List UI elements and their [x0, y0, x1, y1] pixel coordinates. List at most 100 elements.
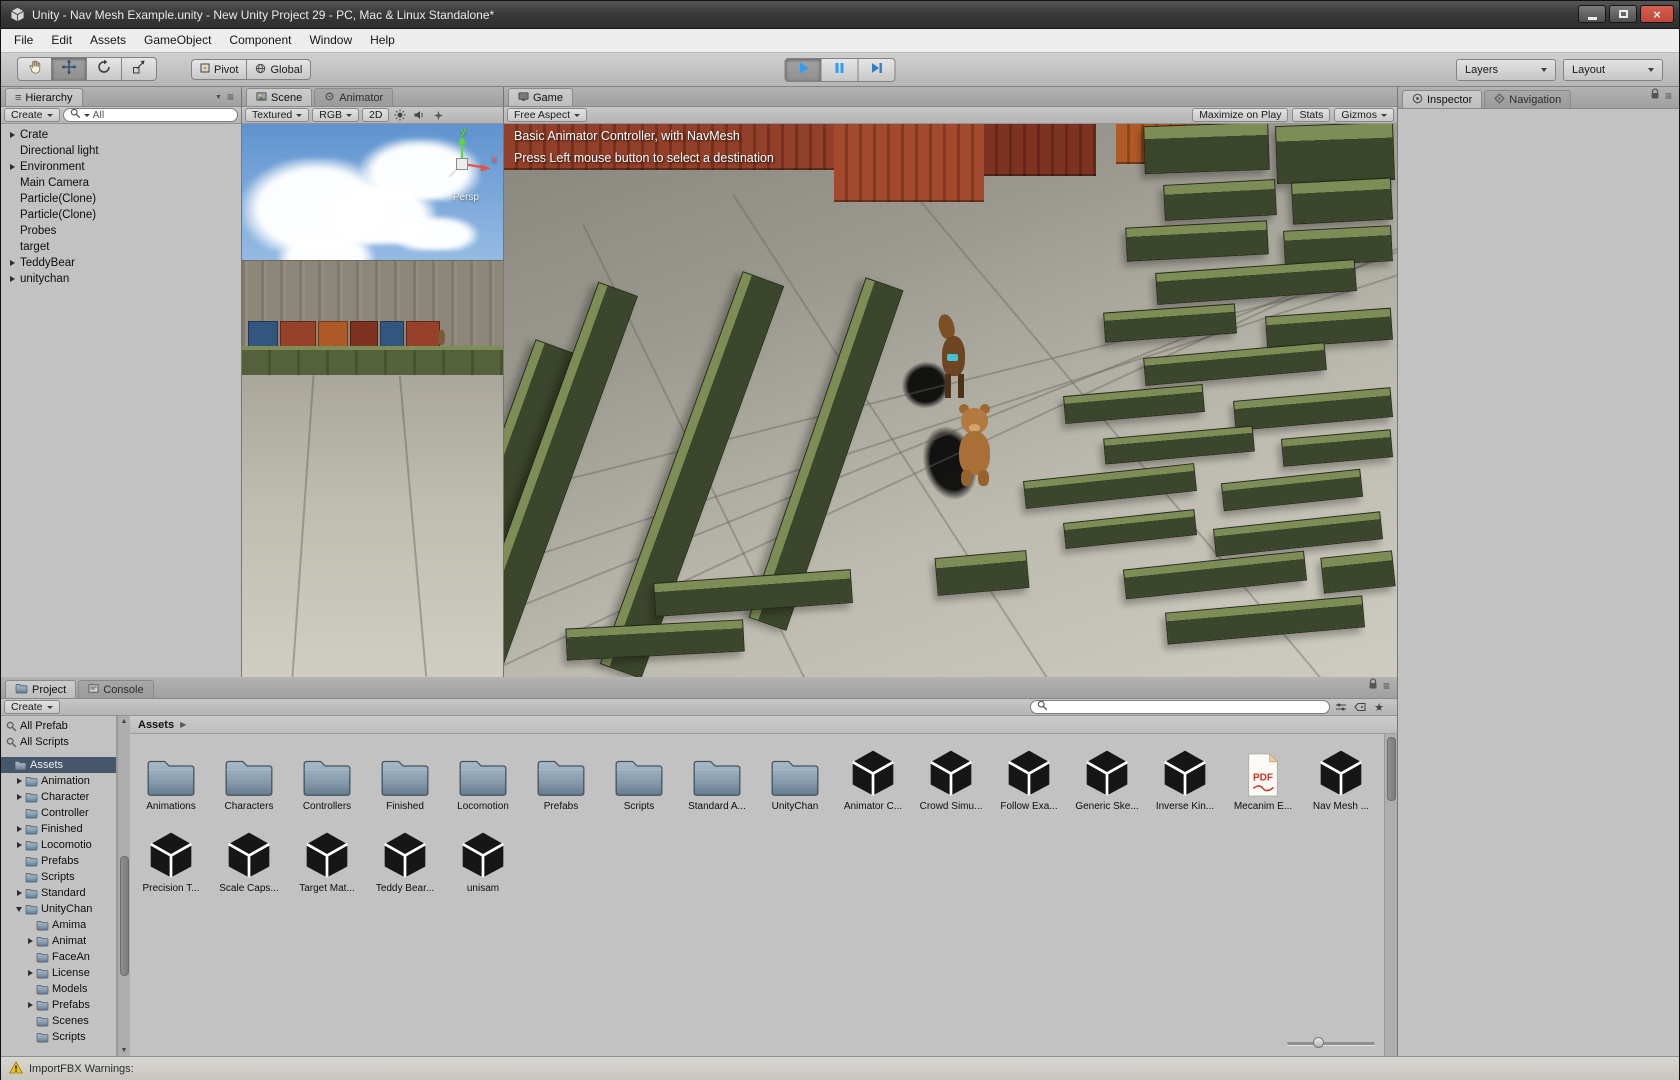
tab-game[interactable]: Game — [508, 88, 573, 106]
asset-item[interactable]: Prefabs — [522, 742, 600, 812]
panel-menu-icon[interactable]: ≡ — [1665, 90, 1672, 102]
tab-hierarchy[interactable]: ≡ Hierarchy — [5, 88, 83, 106]
scroll-up-icon[interactable]: ▲ — [118, 716, 130, 727]
tree-scrollbar[interactable]: ▲ ▼ — [117, 716, 130, 1056]
project-tree-item[interactable]: UnityChan — [1, 901, 116, 917]
hierarchy-item[interactable]: Particle(Clone) — [1, 207, 241, 223]
scene-viewport[interactable]: y x Persp — [242, 124, 503, 677]
project-tree-item[interactable]: Character — [1, 789, 116, 805]
project-tree-item[interactable]: Controller — [1, 805, 116, 821]
project-tree-item[interactable]: Finished — [1, 821, 116, 837]
thumbnail-zoom-slider[interactable] — [1287, 1037, 1375, 1049]
slider-knob[interactable] — [1313, 1037, 1324, 1048]
menu-component[interactable]: Component — [220, 29, 300, 52]
asset-item[interactable]: Precision T... — [132, 824, 210, 894]
project-search-input[interactable] — [1051, 701, 1323, 713]
disclosure-triangle[interactable] — [14, 792, 24, 802]
disclosure-triangle[interactable] — [14, 824, 24, 834]
asset-item[interactable]: Controllers — [288, 742, 366, 812]
project-tree-item[interactable]: Scenes — [1, 1013, 116, 1029]
tab-animator[interactable]: Animator — [314, 88, 393, 106]
hierarchy-item[interactable]: TeddyBear — [1, 255, 241, 271]
projection-mode-label[interactable]: Persp — [453, 192, 479, 203]
pivot-toggle-button[interactable]: Pivot — [191, 59, 247, 80]
step-button[interactable] — [859, 58, 896, 82]
project-tree-item[interactable]: Assets — [1, 757, 116, 773]
asset-item[interactable]: Crowd Simu... — [912, 742, 990, 812]
project-tree-item[interactable]: Prefabs — [1, 853, 116, 869]
disclosure-triangle[interactable] — [7, 162, 17, 172]
project-tree-item[interactable]: Models — [1, 981, 116, 997]
hierarchy-search[interactable]: All — [63, 108, 238, 122]
asset-item[interactable]: Standard A... — [678, 742, 756, 812]
project-tree-item[interactable]: License — [1, 965, 116, 981]
menu-edit[interactable]: Edit — [42, 29, 81, 52]
asset-item[interactable]: Teddy Bear... — [366, 824, 444, 894]
rotate-tool-button[interactable] — [87, 57, 122, 81]
project-search[interactable] — [1030, 700, 1330, 714]
project-tree-item[interactable]: Scripts — [1, 1029, 116, 1045]
disclosure-triangle[interactable] — [7, 130, 17, 140]
maximize-on-play-button[interactable]: Maximize on Play — [1192, 108, 1288, 122]
render-mode-dropdown[interactable]: RGB — [312, 108, 359, 122]
hierarchy-item[interactable]: Directional light — [1, 143, 241, 159]
hierarchy-item[interactable]: target — [1, 239, 241, 255]
close-button[interactable]: × — [1640, 5, 1674, 23]
draw-mode-dropdown[interactable]: Textured — [245, 108, 309, 122]
breadcrumb-folder[interactable]: Assets — [138, 719, 174, 731]
disclosure-triangle[interactable] — [14, 888, 24, 898]
asset-item[interactable]: Scale Caps... — [210, 824, 288, 894]
asset-item[interactable]: Animations — [132, 742, 210, 812]
menu-assets[interactable]: Assets — [81, 29, 135, 52]
disclosure-triangle[interactable] — [25, 968, 35, 978]
restore-button[interactable] — [1609, 5, 1637, 23]
menu-help[interactable]: Help — [361, 29, 404, 52]
search-by-type-icon[interactable] — [1333, 700, 1349, 714]
asset-item[interactable]: Locomotion — [444, 742, 522, 812]
disclosure-triangle[interactable] — [7, 274, 17, 284]
global-toggle-button[interactable]: Global — [247, 59, 311, 80]
panel-menu-icon[interactable]: ≡ — [1383, 680, 1390, 692]
asset-item[interactable]: Inverse Kin... — [1146, 742, 1224, 812]
menu-window[interactable]: Window — [300, 29, 361, 52]
project-tree-item[interactable]: Standard — [1, 885, 116, 901]
hierarchy-item[interactable]: Environment — [1, 159, 241, 175]
project-tree-item[interactable]: Amima — [1, 917, 116, 933]
project-tree-item[interactable]: Animat — [1, 933, 116, 949]
asset-item[interactable]: Animator C... — [834, 742, 912, 812]
asset-item[interactable]: PDFMecanim E... — [1224, 742, 1302, 812]
scale-tool-button[interactable] — [122, 57, 157, 81]
search-by-label-icon[interactable] — [1352, 700, 1368, 714]
panel-menu-icon[interactable]: ≡ — [227, 91, 234, 103]
project-create-button[interactable]: Create — [4, 700, 60, 714]
gizmos-dropdown[interactable]: Gizmos — [1334, 108, 1394, 122]
hierarchy-create-button[interactable]: Create — [4, 108, 60, 122]
project-favorite[interactable]: All Prefab — [1, 718, 116, 734]
project-tree-item[interactable]: FaceAn — [1, 949, 116, 965]
tab-navigation[interactable]: Navigation — [1484, 90, 1571, 108]
disclosure-triangle[interactable] — [25, 936, 35, 946]
play-button[interactable] — [785, 58, 822, 82]
project-favorite[interactable]: All Scripts — [1, 734, 116, 750]
aspect-dropdown[interactable]: Free Aspect — [507, 108, 587, 122]
game-viewport[interactable]: Basic Animator Controller, with NavMesh … — [504, 124, 1397, 677]
lighting-toggle-icon[interactable] — [392, 108, 408, 122]
tab-project[interactable]: Project — [5, 680, 76, 698]
tab-inspector[interactable]: Inspector — [1402, 90, 1482, 108]
menu-gameobject[interactable]: GameObject — [135, 29, 220, 52]
favorite-star-icon[interactable]: ★ — [1371, 700, 1387, 714]
asset-item[interactable]: unisam — [444, 824, 522, 894]
disclosure-triangle[interactable] — [14, 840, 24, 850]
tab-console[interactable]: Console — [78, 680, 153, 698]
layout-dropdown[interactable]: Layout — [1563, 59, 1663, 81]
tab-dropdown-icon[interactable]: ▼ — [215, 94, 222, 101]
scrollbar-thumb[interactable] — [120, 856, 129, 976]
hierarchy-item[interactable]: Particle(Clone) — [1, 191, 241, 207]
project-tree-item[interactable]: Prefabs — [1, 997, 116, 1013]
axis-gizmo[interactable]: y x Persp — [427, 128, 497, 216]
tab-scene[interactable]: Scene — [246, 88, 312, 106]
disclosure-triangle[interactable] — [14, 776, 24, 786]
minimize-button[interactable] — [1578, 5, 1606, 23]
asset-item[interactable]: UnityChan — [756, 742, 834, 812]
layers-dropdown[interactable]: Layers — [1456, 59, 1556, 81]
